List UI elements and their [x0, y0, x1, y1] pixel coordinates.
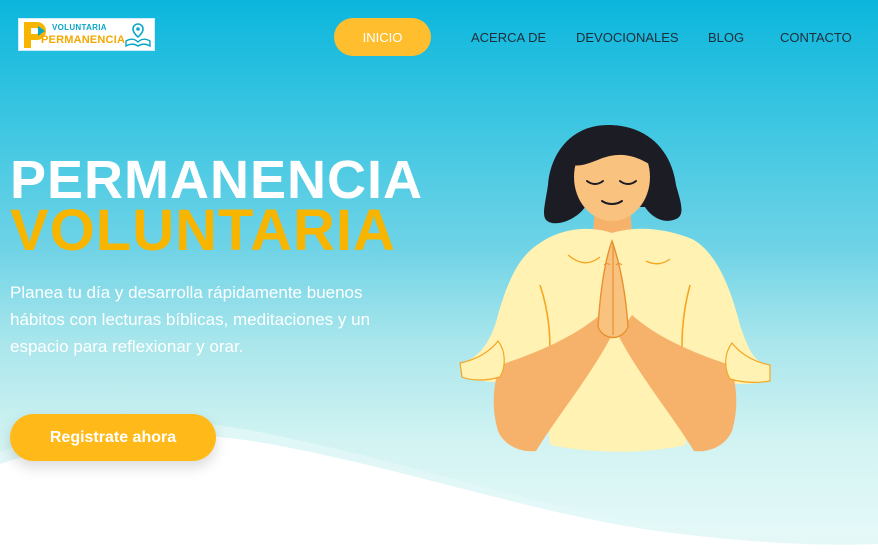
logo-text-top: VOLUNTARIA: [52, 23, 107, 32]
praying-woman-illustration: [459, 125, 771, 452]
nav-item-blog[interactable]: BLOG: [708, 18, 744, 56]
bible-location-icon: [125, 23, 151, 48]
hero-title-line2: VOLUNTARIA: [10, 198, 396, 263]
site-logo[interactable]: VOLUNTARIA PERMANENCIA: [18, 18, 155, 51]
nav-item-acerca-de[interactable]: ACERCA DE: [471, 18, 546, 56]
nav-item-contacto[interactable]: CONTACTO: [780, 18, 852, 56]
main-nav: INICIO ACERCA DE DEVOCIONALES BLOG CONTA…: [334, 18, 878, 56]
register-button[interactable]: Registrate ahora: [10, 414, 216, 461]
logo-text-bottom: PERMANENCIA: [41, 34, 126, 46]
nav-item-inicio[interactable]: INICIO: [334, 18, 431, 56]
nav-item-devocionales[interactable]: DEVOCIONALES: [576, 18, 679, 56]
hero-description: Planea tu día y desarrolla rápidamente b…: [10, 283, 371, 356]
